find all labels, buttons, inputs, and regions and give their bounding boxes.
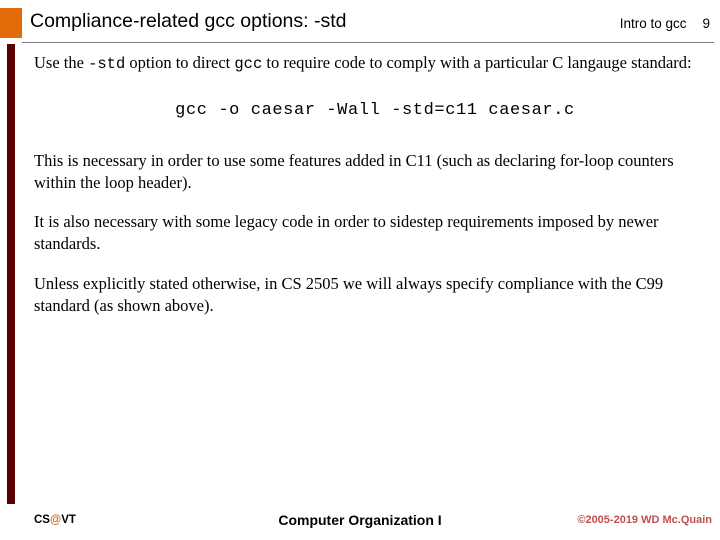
paragraph-c11: This is necessary in order to use some f… bbox=[34, 150, 674, 192]
title-divider bbox=[22, 42, 714, 43]
title-accent-square bbox=[0, 8, 22, 38]
paragraph-intro-text-3: to require code to comply with a particu… bbox=[262, 53, 692, 72]
inline-code-std: -std bbox=[88, 55, 126, 73]
left-accent-bar bbox=[7, 44, 15, 504]
header-right-group: Intro to gcc 9 bbox=[620, 16, 710, 31]
paragraph-intro-text-2: option to direct bbox=[125, 53, 235, 72]
inline-code-gcc: gcc bbox=[234, 55, 263, 73]
code-example: gcc -o caesar -Wall -std=c11 caesar.c bbox=[175, 100, 575, 120]
slide-body: Use the -std option to direct gcc to req… bbox=[34, 52, 696, 335]
page-number: 9 bbox=[702, 16, 710, 31]
header-section-label: Intro to gcc bbox=[619, 16, 687, 31]
paragraph-intro: Use the -std option to direct gcc to req… bbox=[34, 52, 696, 75]
paragraph-intro-text-1: Use the bbox=[34, 53, 89, 72]
footer-copyright: ©2005-2019 WD Mc.Quain bbox=[577, 514, 712, 526]
page-title: Compliance-related gcc options: -std bbox=[30, 10, 347, 32]
paragraph-legacy: It is also necessary with some legacy co… bbox=[34, 212, 659, 254]
paragraph-course-policy: Unless explicitly stated otherwise, in C… bbox=[34, 274, 664, 316]
